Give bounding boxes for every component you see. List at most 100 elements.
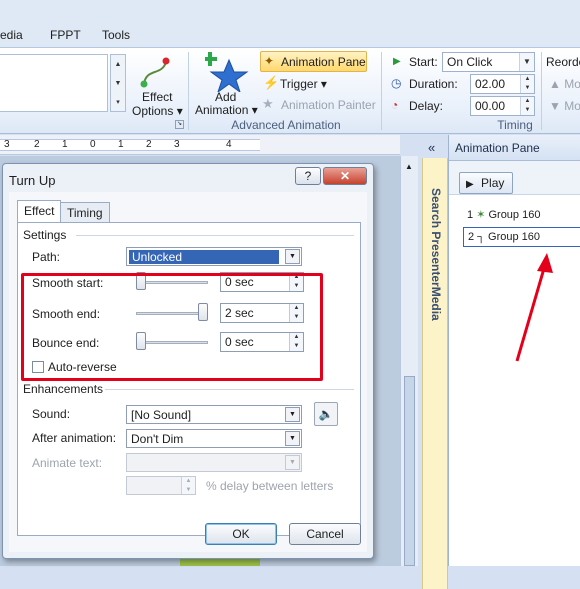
trigger-button[interactable]: ⚡ Trigger ▾: [262, 75, 342, 93]
chevron-down-icon: ▼: [519, 53, 534, 71]
scroll-up-icon[interactable]: ▲: [405, 162, 413, 171]
ruler-mark: 4: [226, 139, 232, 150]
delay-icon: ◔: [391, 98, 399, 112]
duration-spin-icon[interactable]: ▲ ▼: [520, 75, 534, 93]
chevron-down-icon: ▼: [285, 455, 300, 470]
vertical-scrollbar[interactable]: ▲: [400, 156, 418, 566]
animation-pane: Animation Pane ▶ Play 1 ✶ Group 160 2 ┐ …: [448, 135, 580, 566]
reorder-label: Reorde: [546, 55, 580, 69]
settings-section-label: Settings: [23, 228, 67, 242]
ruler-mark: 2: [34, 139, 40, 150]
tab-timing[interactable]: Timing: [60, 202, 110, 222]
tab-tools[interactable]: Tools: [102, 28, 130, 42]
close-button[interactable]: ✕: [323, 167, 367, 185]
animation-item-label: Group 160: [488, 209, 541, 221]
close-icon: ✕: [339, 169, 351, 183]
ruler-mark: 3: [4, 139, 10, 150]
ribbon: ▲ ▼ ▾ Effect Options ▾ ↘ Add Animation ▾ ✦…: [0, 48, 580, 134]
tab-effect[interactable]: Effect: [17, 200, 62, 222]
help-icon: ?: [304, 169, 312, 183]
search-presentermedia-panel[interactable]: Search PresenterMedia: [422, 158, 448, 589]
chevron-down-icon: ▼: [285, 249, 300, 264]
animation-painter-label: Animation Painter: [281, 98, 376, 112]
start-label: Start:: [409, 55, 438, 69]
delay-spin-icon[interactable]: ▲ ▼: [520, 97, 534, 115]
search-presentermedia-label: Search PresenterMedia: [429, 188, 443, 321]
duration-field[interactable]: 02.00 ▲ ▼: [470, 74, 535, 94]
cancel-button[interactable]: Cancel: [289, 523, 361, 545]
chevron-down-icon: ▼: [285, 431, 300, 446]
tab-presentermedia[interactable]: edia: [0, 28, 23, 42]
ok-label: OK: [232, 527, 250, 541]
start-icon: ▶: [393, 56, 401, 67]
animation-pane-header: Animation Pane: [449, 135, 580, 161]
animation-pane-toolbar: ▶ Play: [449, 161, 580, 195]
add-animation-button[interactable]: Add Animation ▾: [193, 50, 259, 117]
cancel-label: Cancel: [306, 527, 344, 541]
timing-group-label: Timing: [497, 118, 533, 132]
delay-between-letters-field: ▲ ▼: [126, 476, 196, 495]
delay-label: Delay:: [409, 99, 444, 113]
start-dropdown[interactable]: On Click ▼: [442, 52, 535, 72]
sound-value: [No Sound]: [131, 408, 192, 422]
animation-order-number: 1: [467, 209, 474, 221]
horizontal-ruler: 3 2 1 0 1 2 3 4: [0, 135, 400, 155]
add-animation-label-1: Add: [215, 90, 237, 104]
animation-list-item[interactable]: 1 ✶ Group 160: [463, 205, 580, 225]
duration-value: 02.00: [475, 77, 506, 91]
effect-options-label-1: Effect: [142, 90, 173, 104]
delay-value: 00.00: [475, 99, 506, 113]
tab-timing-label: Timing: [67, 206, 103, 220]
ruler-mark: 1: [118, 139, 124, 150]
play-label: Play: [481, 176, 505, 190]
animation-pane-button[interactable]: ✦ Animation Pane: [260, 51, 367, 72]
animation-pane-title: Animation Pane: [455, 141, 540, 155]
animation-painter-button: ★ Animation Painter: [262, 96, 377, 114]
duration-icon: ◷: [391, 76, 402, 90]
ok-button[interactable]: OK: [205, 523, 277, 545]
start-value: On Click: [447, 55, 493, 69]
ribbon-tab-bar: edia FPPT Tools: [0, 0, 580, 48]
path-dropdown[interactable]: Unlocked ▼: [126, 247, 302, 266]
effect-options-label-2: Options ▾: [132, 104, 183, 118]
after-animation-label: After animation:: [32, 431, 117, 445]
enhancements-section-label: Enhancements: [23, 382, 104, 396]
after-animation-dropdown[interactable]: Don't Dim ▼: [126, 429, 302, 448]
duration-label: Duration:: [409, 77, 458, 91]
painter-icon: ★: [262, 96, 274, 111]
star-add-icon: [205, 52, 249, 92]
advanced-animation-group-label: Advanced Animation: [231, 118, 341, 132]
ruler-mark: 3: [174, 139, 180, 150]
path-value: Unlocked: [129, 250, 279, 264]
tab-fppt[interactable]: FPPT: [50, 28, 81, 42]
sound-label: Sound:: [32, 407, 71, 421]
chevron-down-icon: ▼: [285, 407, 300, 422]
animation-gallery[interactable]: [0, 54, 108, 112]
trigger-label: Trigger ▾: [280, 77, 327, 91]
collapse-panel-icon[interactable]: «: [428, 140, 435, 155]
move-later-button[interactable]: ▼ Mo: [549, 99, 580, 113]
play-button[interactable]: ▶ Play: [459, 172, 513, 194]
after-animation-value: Don't Dim: [131, 432, 184, 446]
effect-options-icon: [140, 57, 170, 88]
gallery-scroll[interactable]: ▲ ▼ ▾: [110, 54, 126, 112]
red-highlight-annotation: [21, 273, 323, 381]
motion-path-icon: ✶: [476, 209, 486, 221]
ruler-mark: 1: [62, 139, 68, 150]
tab-effect-label: Effect: [24, 204, 55, 218]
animation-pane-label: Animation Pane: [281, 55, 366, 69]
effect-options-button[interactable]: Effect Options ▾: [130, 52, 183, 118]
motion-path-icon: ┐: [477, 231, 485, 243]
speaker-icon[interactable]: 🔈: [314, 402, 338, 426]
spin-icon: ▲ ▼: [181, 477, 195, 494]
ruler-mark: 0: [90, 139, 96, 150]
play-icon: ▶: [466, 179, 474, 190]
help-button[interactable]: ?: [295, 167, 321, 185]
ruler-mark: 2: [146, 139, 152, 150]
effect-options-launcher-icon[interactable]: ↘: [175, 120, 184, 129]
scroll-thumb[interactable]: [404, 376, 415, 566]
delay-field[interactable]: 00.00 ▲ ▼: [470, 96, 535, 116]
lightning-icon: ⚡: [263, 75, 280, 90]
sound-dropdown[interactable]: [No Sound] ▼: [126, 405, 302, 424]
move-earlier-button[interactable]: ▲ Mo: [549, 77, 580, 91]
